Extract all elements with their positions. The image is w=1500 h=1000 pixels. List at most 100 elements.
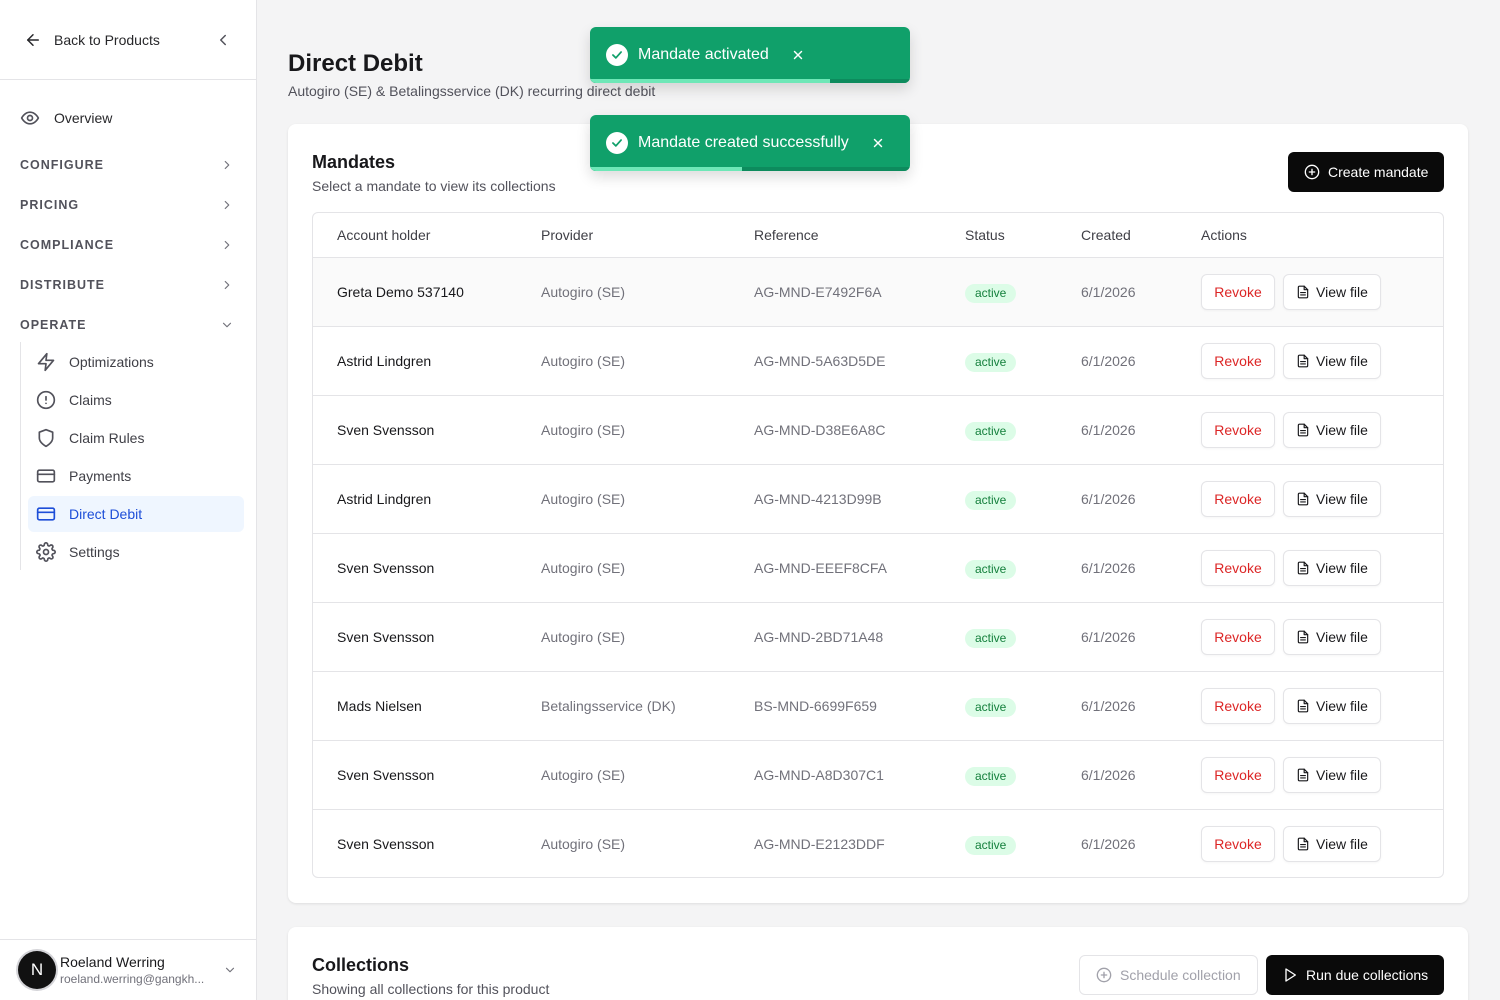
created-cell: 6/1/2026 [1081, 284, 1136, 300]
eye-icon [20, 111, 40, 125]
revoke-button[interactable]: Revoke [1201, 550, 1275, 586]
view-file-button[interactable]: View file [1283, 550, 1381, 586]
toast-progress-bar [590, 79, 830, 83]
sidebar-item-optimizations[interactable]: Optimizations [28, 344, 244, 380]
table-row[interactable]: Greta Demo 537140 Autogiro (SE) AG-MND-E74… [313, 258, 1443, 327]
col-reference: Reference [754, 227, 819, 243]
revoke-button[interactable]: Revoke [1201, 826, 1275, 862]
create-mandate-label: Create mandate [1328, 164, 1429, 180]
section-label: PRICING [20, 198, 80, 212]
account-holder-cell: Sven Svensson [337, 422, 435, 438]
section-label: DISTRIBUTE [20, 278, 105, 292]
back-label: Back to Products [54, 31, 160, 48]
table-row[interactable]: Sven Svensson Autogiro (SE) AG-MND-2BD71A4… [313, 603, 1443, 672]
file-icon [1296, 699, 1310, 713]
revoke-button[interactable]: Revoke [1201, 757, 1275, 793]
run-due-collections-label: Run due collections [1306, 967, 1429, 983]
table-row[interactable]: Sven Svensson Autogiro (SE) AG-MND-D38E6A8… [313, 396, 1443, 465]
operate-subnav: Optimizations Claims Claim Rules Payment… [20, 342, 250, 570]
account-holder-cell: Mads Nielsen [337, 698, 422, 714]
sidebar-section-operate[interactable]: OPERATE [20, 318, 234, 332]
back-to-products-link[interactable]: Back to Products [24, 31, 160, 49]
created-cell: 6/1/2026 [1081, 836, 1136, 852]
user-name: Roeland Werring [60, 954, 165, 970]
sidebar-section-distribute[interactable]: DISTRIBUTE [20, 278, 234, 292]
account-holder-cell: Sven Svensson [337, 560, 435, 576]
run-due-collections-button[interactable]: Run due collections [1266, 955, 1445, 995]
provider-cell: Autogiro (SE) [541, 767, 626, 783]
revoke-button[interactable]: Revoke [1201, 481, 1275, 517]
sidebar-item-overview[interactable]: Overview [20, 108, 112, 128]
section-label: CONFIGURE [20, 158, 104, 172]
sidebar-header: Back to Products [0, 0, 256, 80]
table-row[interactable]: Sven Svensson Autogiro (SE) AG-MND-EEEF8CF… [313, 534, 1443, 603]
reference-cell: AG-MND-A8D307C1 [754, 767, 884, 783]
schedule-collection-button[interactable]: Schedule collection [1079, 955, 1258, 995]
status-badge: active [965, 698, 1017, 717]
sidebar-section-configure[interactable]: CONFIGURE [20, 158, 234, 172]
revoke-button[interactable]: Revoke [1201, 619, 1275, 655]
reference-cell: BS-MND-6699F659 [754, 698, 877, 714]
create-mandate-button[interactable]: Create mandate [1288, 152, 1445, 192]
chevron-down-icon [222, 322, 232, 328]
table-row[interactable]: Sven Svensson Autogiro (SE) AG-MND-E2123DD… [313, 810, 1443, 877]
chevron-right-icon [224, 200, 230, 210]
view-file-button[interactable]: View file [1283, 826, 1381, 862]
nav-label: Settings [69, 544, 120, 560]
view-file-button[interactable]: View file [1283, 412, 1381, 448]
toast-progress-bar [590, 167, 742, 171]
provider-cell: Autogiro (SE) [541, 836, 626, 852]
created-cell: 6/1/2026 [1081, 422, 1136, 438]
chevron-left-icon[interactable] [214, 31, 232, 49]
credit-card-icon [36, 469, 56, 483]
user-menu[interactable]: N Roeland Werring roeland.werring@gangkh… [0, 939, 257, 1000]
view-file-button[interactable]: View file [1283, 274, 1381, 310]
collections-card: Collections Showing all collections for … [288, 927, 1468, 1000]
file-icon [1296, 837, 1310, 851]
sidebar-item-claim-rules[interactable]: Claim Rules [28, 420, 244, 456]
view-file-button[interactable]: View file [1283, 619, 1381, 655]
chevron-up-down-icon [225, 967, 235, 973]
revoke-button[interactable]: Revoke [1201, 274, 1275, 310]
reference-cell: AG-MND-2BD71A48 [754, 629, 884, 645]
nav-label: Claims [69, 392, 112, 408]
revoke-button[interactable]: Revoke [1201, 412, 1275, 448]
section-label: COMPLIANCE [20, 238, 115, 252]
nav-label: Claim Rules [69, 430, 145, 446]
revoke-button[interactable]: Revoke [1201, 688, 1275, 724]
provider-cell: Autogiro (SE) [541, 491, 626, 507]
sidebar-section-pricing[interactable]: PRICING [20, 198, 234, 212]
chevron-right-icon [224, 160, 230, 170]
status-badge: active [965, 836, 1017, 855]
view-file-label: View file [1316, 836, 1368, 852]
sidebar-item-direct-debit[interactable]: Direct Debit [28, 496, 244, 532]
file-icon [1296, 630, 1310, 644]
view-file-button[interactable]: View file [1283, 688, 1381, 724]
view-file-button[interactable]: View file [1283, 757, 1381, 793]
account-holder-cell: Sven Svensson [337, 836, 435, 852]
avatar: N [18, 951, 56, 989]
table-row[interactable]: Astrid Lindgren Autogiro (SE) AG-MND-5A63D… [313, 327, 1443, 396]
mandates-subtitle: Select a mandate to view its collections [312, 178, 556, 194]
table-row[interactable]: Sven Svensson Autogiro (SE) AG-MND-A8D307C… [313, 741, 1443, 810]
user-email: roeland.werring@gangkh... [60, 972, 205, 986]
status-badge: active [965, 422, 1017, 441]
table-row[interactable]: Mads Nielsen Betalingsservice (DK) BS-MND-… [313, 672, 1443, 741]
close-icon[interactable] [871, 136, 885, 150]
chevron-right-icon [224, 280, 230, 290]
sidebar-item-payments[interactable]: Payments [28, 458, 244, 494]
view-file-button[interactable]: View file [1283, 343, 1381, 379]
revoke-button[interactable]: Revoke [1201, 343, 1275, 379]
sidebar-item-settings[interactable]: Settings [28, 534, 244, 570]
table-row[interactable]: Astrid Lindgren Autogiro (SE) AG-MND-4213D… [313, 465, 1443, 534]
status-badge: active [965, 353, 1017, 372]
check-circle-icon [606, 44, 628, 66]
close-icon[interactable] [791, 48, 805, 62]
sidebar-section-compliance[interactable]: COMPLIANCE [20, 238, 234, 252]
view-file-label: View file [1316, 698, 1368, 714]
sidebar-item-claims[interactable]: Claims [28, 382, 244, 418]
view-file-label: View file [1316, 560, 1368, 576]
nav-label: Optimizations [69, 354, 154, 370]
view-file-button[interactable]: View file [1283, 481, 1381, 517]
mandates-table: Account holder Provider Reference Status… [312, 212, 1444, 878]
